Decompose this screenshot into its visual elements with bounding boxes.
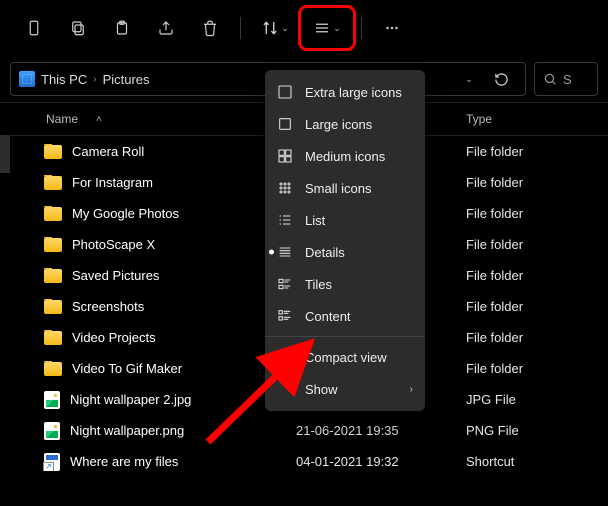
column-type[interactable]: Type (460, 112, 608, 126)
shortcut-icon (44, 453, 60, 471)
folder-icon (44, 269, 62, 283)
details-view-icon (277, 244, 293, 260)
folder-icon (44, 207, 62, 221)
file-type: File folder (460, 144, 608, 159)
new-button[interactable] (14, 10, 54, 46)
file-name: Screenshots (72, 299, 144, 314)
tiles-view-icon (277, 276, 293, 292)
file-type: File folder (460, 206, 608, 221)
file-type: File folder (460, 330, 608, 345)
paste-button[interactable] (102, 10, 142, 46)
file-row[interactable]: Night wallpaper.png 21-06-2021 19:35PNG F… (0, 415, 608, 446)
nav-pane-edge (0, 135, 10, 173)
menu-item-small-icons[interactable]: Small icons (265, 172, 425, 204)
history-dropdown[interactable]: ⌄ (455, 65, 483, 93)
share-button[interactable] (146, 10, 186, 46)
view-menu: Extra large icons Large icons Medium icons… (265, 70, 425, 411)
md-view-icon (277, 148, 293, 164)
file-date: 21-06-2021 19:35 (290, 423, 460, 438)
chevron-down-icon: ⌄ (333, 23, 341, 34)
menu-item-label: Small icons (305, 181, 371, 196)
menu-item-label: Show (305, 382, 338, 397)
more-button[interactable] (372, 10, 412, 46)
folder-icon (44, 300, 62, 314)
folder-icon (44, 362, 62, 376)
menu-item-label: Details (305, 245, 345, 260)
menu-item-label: Large icons (305, 117, 372, 132)
xl-view-icon (277, 84, 293, 100)
refresh-button[interactable] (487, 65, 515, 93)
menu-item-content[interactable]: Content (265, 300, 425, 332)
file-type: JPG File (460, 392, 608, 407)
file-name: Camera Roll (72, 144, 144, 159)
search-placeholder: S (563, 72, 572, 87)
menu-divider (265, 336, 425, 337)
file-name: Video To Gif Maker (72, 361, 182, 376)
menu-item-extra-large-icons[interactable]: Extra large icons (265, 76, 425, 108)
menu-item-label: Content (305, 309, 351, 324)
file-row[interactable]: Where are my files 04-01-2021 19:32Shortc… (0, 446, 608, 477)
menu-item-compact-view[interactable]: Compact view (265, 341, 425, 373)
file-type: File folder (460, 268, 608, 283)
toolbar-separator (361, 17, 362, 39)
chevron-right-icon: › (93, 74, 96, 85)
file-type: File folder (460, 361, 608, 376)
folder-icon (44, 176, 62, 190)
search-box[interactable]: S (534, 62, 598, 96)
list-view-icon (277, 212, 293, 228)
file-type: PNG File (460, 423, 608, 438)
menu-item-label: Compact view (305, 350, 387, 365)
chevron-right-icon: › (410, 384, 413, 395)
toolbar-separator (240, 17, 241, 39)
file-name: Night wallpaper.png (70, 423, 184, 438)
menu-item-large-icons[interactable]: Large icons (265, 108, 425, 140)
file-name: Where are my files (70, 454, 178, 469)
chevron-down-icon: ⌄ (281, 23, 289, 34)
file-name: Video Projects (72, 330, 156, 345)
file-name: PhotoScape X (72, 237, 155, 252)
file-type: Shortcut (460, 454, 608, 469)
copy-button[interactable] (58, 10, 98, 46)
breadcrumb[interactable]: This PC (41, 72, 87, 87)
menu-item-label: List (305, 213, 325, 228)
folder-icon (44, 331, 62, 345)
file-type: File folder (460, 237, 608, 252)
search-icon (543, 72, 557, 86)
this-pc-icon (19, 71, 35, 87)
menu-item-details[interactable]: Details (265, 236, 425, 268)
column-name[interactable]: Name˄ (0, 112, 290, 126)
file-name: Night wallpaper 2.jpg (70, 392, 191, 407)
file-name: For Instagram (72, 175, 153, 190)
menu-item-medium-icons[interactable]: Medium icons (265, 140, 425, 172)
menu-item-show[interactable]: Show › (265, 373, 425, 405)
folder-icon (44, 145, 62, 159)
file-name: My Google Photos (72, 206, 179, 221)
image-file-icon (44, 422, 60, 440)
breadcrumb[interactable]: Pictures (103, 72, 150, 87)
view-button[interactable]: ⌄ (303, 10, 351, 46)
menu-item-label: Extra large icons (305, 85, 402, 100)
lg-view-icon (277, 116, 293, 132)
folder-icon (44, 238, 62, 252)
sort-button[interactable]: ⌄ (251, 10, 299, 46)
delete-button[interactable] (190, 10, 230, 46)
sort-asc-icon: ˄ (96, 114, 102, 125)
menu-item-tiles[interactable]: Tiles (265, 268, 425, 300)
image-file-icon (44, 391, 60, 409)
content-view-icon (277, 308, 293, 324)
menu-item-label: Tiles (305, 277, 332, 292)
file-name: Saved Pictures (72, 268, 159, 283)
file-date: 04-01-2021 19:32 (290, 454, 460, 469)
file-type: File folder (460, 175, 608, 190)
file-type: File folder (460, 299, 608, 314)
toolbar: ⌄ ⌄ (0, 0, 608, 56)
menu-item-label: Medium icons (305, 149, 385, 164)
menu-item-list[interactable]: List (265, 204, 425, 236)
sm-view-icon (277, 180, 293, 196)
